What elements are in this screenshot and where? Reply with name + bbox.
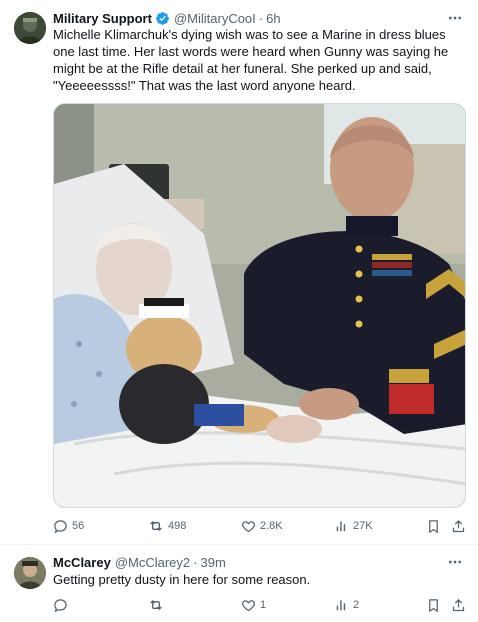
retweet-button[interactable] [148, 595, 168, 615]
share-button[interactable] [451, 595, 466, 615]
tweet[interactable]: Military Support @MilitaryCooI · 6h Mich… [0, 0, 478, 545]
retweet-icon [148, 518, 164, 534]
like-count: 1 [260, 599, 267, 611]
views-button[interactable]: 2 [335, 595, 359, 615]
share-button[interactable] [451, 516, 466, 536]
timestamp[interactable]: 39m [200, 555, 225, 570]
handle[interactable]: @McClarey2 [115, 555, 190, 570]
reply-button[interactable]: 56 [53, 516, 84, 536]
reply-button[interactable] [53, 595, 72, 615]
tweet-actions: 56 498 2.8K 27K [53, 516, 468, 536]
views-count: 2 [353, 599, 360, 611]
reply-icon [53, 598, 68, 613]
display-name[interactable]: Military Support [53, 11, 152, 26]
tweet-actions: 1 2 [53, 595, 468, 615]
tweet-text: Getting pretty dusty in here for some re… [53, 572, 311, 587]
like-count: 2.8K [260, 520, 283, 532]
like-button[interactable]: 2.8K [241, 516, 283, 536]
separator-dot: · [258, 10, 264, 26]
display-name[interactable]: McClarey [53, 555, 111, 570]
more-icon[interactable] [446, 553, 464, 571]
bookmark-button[interactable] [426, 595, 441, 615]
views-button[interactable]: 27K [335, 516, 373, 536]
like-icon [241, 598, 256, 613]
handle[interactable]: @MilitaryCooI [174, 11, 256, 26]
avatar[interactable] [14, 12, 46, 44]
reply-count: 56 [72, 520, 85, 532]
reply-tweet[interactable]: McClarey @McClarey2 · 39m Getting pretty… [0, 545, 478, 622]
views-count: 27K [353, 520, 373, 532]
separator-dot: · [193, 554, 198, 570]
bookmark-button[interactable] [426, 516, 441, 536]
bookmark-icon [426, 519, 441, 534]
retweet-icon [148, 597, 164, 613]
like-icon [241, 519, 256, 534]
tweet-text: Michelle Klimarchuk's dying wish was to … [53, 27, 449, 93]
tweet-header: McClarey @McClarey2 · 39m [53, 553, 226, 571]
retweet-button[interactable]: 498 [148, 516, 186, 536]
share-icon [451, 519, 466, 534]
tweet-header: Military Support @MilitaryCooI · 6h [53, 9, 281, 27]
views-icon [335, 519, 349, 533]
views-icon [335, 598, 349, 612]
timestamp[interactable]: 6h [266, 11, 280, 26]
share-icon [451, 598, 466, 613]
avatar[interactable] [14, 557, 46, 589]
reply-icon [53, 519, 68, 534]
bookmark-icon [426, 598, 441, 613]
like-button[interactable]: 1 [241, 595, 266, 615]
tweet-photo[interactable] [53, 103, 466, 508]
retweet-count: 498 [168, 520, 187, 532]
more-icon[interactable] [446, 9, 464, 27]
verified-badge-icon [155, 11, 170, 26]
